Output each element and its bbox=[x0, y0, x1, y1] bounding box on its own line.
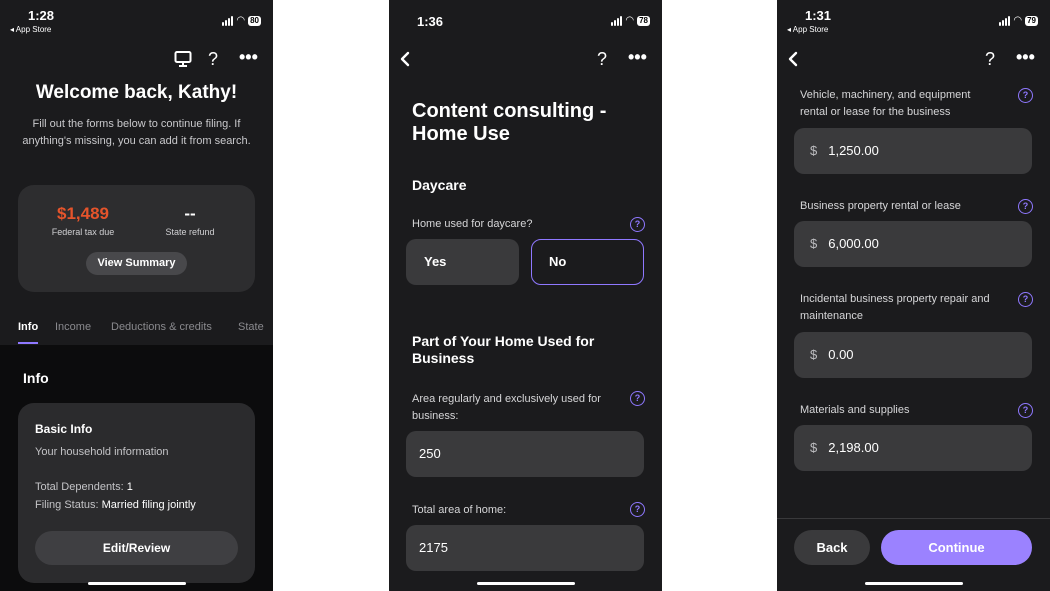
help-circle-icon[interactable]: ? bbox=[1018, 88, 1033, 103]
materials-supplies-label: Materials and supplies bbox=[800, 404, 910, 416]
screen-home: 1:28 ◂ App Store ◠ 80 ? ••• Welcome back… bbox=[0, 0, 273, 591]
property-rental-input[interactable]: $6,000.00 bbox=[794, 221, 1032, 267]
edit-review-button[interactable]: Edit/Review bbox=[35, 531, 238, 565]
state-refund-label: State refund bbox=[165, 227, 215, 237]
help-circle-icon[interactable]: ? bbox=[1018, 292, 1033, 307]
dependents-value: 1 bbox=[126, 481, 133, 493]
basic-info-subtitle: Your household information bbox=[35, 446, 169, 458]
battery-indicator: 79 bbox=[1025, 15, 1038, 26]
battery-indicator: 80 bbox=[248, 15, 261, 26]
back-button[interactable]: Back bbox=[794, 530, 870, 565]
more-icon[interactable]: ••• bbox=[1016, 48, 1035, 66]
daycare-question: Home used for daycare? bbox=[412, 218, 533, 230]
wifi-icon: ◠ bbox=[625, 15, 635, 26]
tab-state[interactable]: State bbox=[238, 321, 264, 333]
currency-symbol: $ bbox=[810, 236, 818, 251]
total-area-input[interactable]: 2175 bbox=[406, 525, 644, 571]
federal-tax-value: $1,489 bbox=[57, 204, 109, 223]
view-summary-button[interactable]: View Summary bbox=[86, 252, 187, 275]
back-chevron-icon[interactable] bbox=[399, 51, 411, 72]
back-to-app-store-link[interactable]: ◂ App Store bbox=[787, 25, 828, 34]
area-used-input[interactable]: 250 bbox=[406, 431, 644, 477]
basic-info-title: Basic Info bbox=[35, 422, 93, 436]
currency-symbol: $ bbox=[810, 347, 818, 362]
continue-button[interactable]: Continue bbox=[881, 530, 1032, 565]
info-section: Info Basic Info Your household informati… bbox=[0, 345, 273, 591]
status-time: 1:28 bbox=[28, 8, 55, 23]
repair-maintenance-label: Incidental business property repair and … bbox=[800, 293, 990, 322]
basic-info-card: Basic Info Your household information To… bbox=[18, 403, 255, 583]
dependents-label: Total Dependents: bbox=[35, 481, 127, 493]
status-time: 1:31 bbox=[805, 8, 832, 23]
total-area-label: Total area of home: bbox=[412, 504, 507, 516]
help-icon[interactable]: ? bbox=[597, 50, 607, 68]
currency-symbol: $ bbox=[810, 143, 818, 158]
screen-home-use: 1:36 ◠ 78 ? ••• Content consulting - Hom… bbox=[389, 0, 662, 591]
help-circle-icon[interactable]: ? bbox=[630, 217, 645, 232]
section-title: Info bbox=[23, 370, 49, 386]
federal-tax-label: Federal tax due bbox=[51, 227, 115, 237]
signal-icon bbox=[611, 15, 623, 26]
dependents-row: Total Dependents: 1 bbox=[35, 481, 133, 493]
help-circle-icon[interactable]: ? bbox=[630, 502, 645, 517]
desktop-icon[interactable] bbox=[174, 50, 192, 73]
filing-status-label: Filing Status: bbox=[35, 499, 102, 511]
help-icon[interactable]: ? bbox=[208, 50, 218, 68]
back-chevron-icon[interactable] bbox=[787, 51, 799, 72]
property-rental-label: Business property rental or lease bbox=[800, 200, 961, 212]
battery-indicator: 78 bbox=[637, 15, 650, 26]
welcome-title: Welcome back, Kathy! bbox=[35, 82, 238, 103]
home-indicator bbox=[476, 582, 575, 585]
daycare-heading: Daycare bbox=[412, 177, 467, 193]
tab-deductions-credits[interactable]: Deductions & credits bbox=[111, 321, 212, 333]
filing-status-value: Married filing jointly bbox=[101, 499, 196, 511]
vehicle-rental-input[interactable]: $1,250.00 bbox=[794, 128, 1032, 174]
tab-info-underline bbox=[18, 342, 38, 344]
help-icon[interactable]: ? bbox=[985, 50, 995, 68]
welcome-subtitle: Fill out the forms below to continue fil… bbox=[22, 118, 251, 147]
currency-symbol: $ bbox=[810, 440, 818, 455]
screen-expenses: 1:31 ◂ App Store ◠ 79 ? ••• Vehicle, mac… bbox=[777, 0, 1050, 591]
daycare-no-option[interactable]: No bbox=[531, 239, 644, 285]
daycare-yes-option[interactable]: Yes bbox=[406, 239, 519, 285]
vehicle-rental-value: 1,250.00 bbox=[828, 143, 879, 158]
status-icons: ◠ 79 bbox=[999, 15, 1038, 26]
more-icon[interactable]: ••• bbox=[628, 48, 647, 66]
status-icons: ◠ 78 bbox=[611, 15, 650, 26]
help-circle-icon[interactable]: ? bbox=[1018, 199, 1033, 214]
repair-maintenance-input[interactable]: $0.00 bbox=[794, 332, 1032, 378]
repair-maintenance-value: 0.00 bbox=[828, 347, 854, 362]
materials-supplies-input[interactable]: $2,198.00 bbox=[794, 425, 1032, 471]
status-time: 1:36 bbox=[417, 14, 444, 29]
footer-divider bbox=[777, 518, 1050, 519]
filing-status-row: Filing Status: Married filing jointly bbox=[35, 499, 196, 511]
wifi-icon: ◠ bbox=[1013, 15, 1023, 26]
help-circle-icon[interactable]: ? bbox=[1018, 403, 1033, 418]
signal-icon bbox=[999, 15, 1011, 26]
home-indicator bbox=[87, 582, 186, 585]
property-rental-value: 6,000.00 bbox=[828, 236, 879, 251]
back-to-app-store-link[interactable]: ◂ App Store bbox=[10, 25, 51, 34]
summary-card: $1,489 Federal tax due -- State refund V… bbox=[18, 185, 255, 292]
status-icons: ◠ 80 bbox=[222, 15, 261, 26]
tab-income[interactable]: Income bbox=[55, 321, 91, 333]
more-icon[interactable]: ••• bbox=[239, 48, 258, 66]
help-circle-icon[interactable]: ? bbox=[630, 391, 645, 406]
state-refund-value: -- bbox=[184, 204, 196, 223]
tab-info[interactable]: Info bbox=[18, 321, 38, 333]
home-indicator bbox=[864, 582, 963, 585]
part-of-home-heading: Part of Your Home Used for Business bbox=[412, 333, 595, 366]
vehicle-rental-label: Vehicle, machinery, and equipment rental… bbox=[800, 89, 971, 118]
wifi-icon: ◠ bbox=[236, 15, 246, 26]
materials-supplies-value: 2,198.00 bbox=[828, 440, 879, 455]
area-used-label: Area regularly and exclusively used for … bbox=[412, 393, 601, 422]
signal-icon bbox=[222, 15, 234, 26]
page-title: Content consulting - Home Use bbox=[412, 100, 607, 145]
